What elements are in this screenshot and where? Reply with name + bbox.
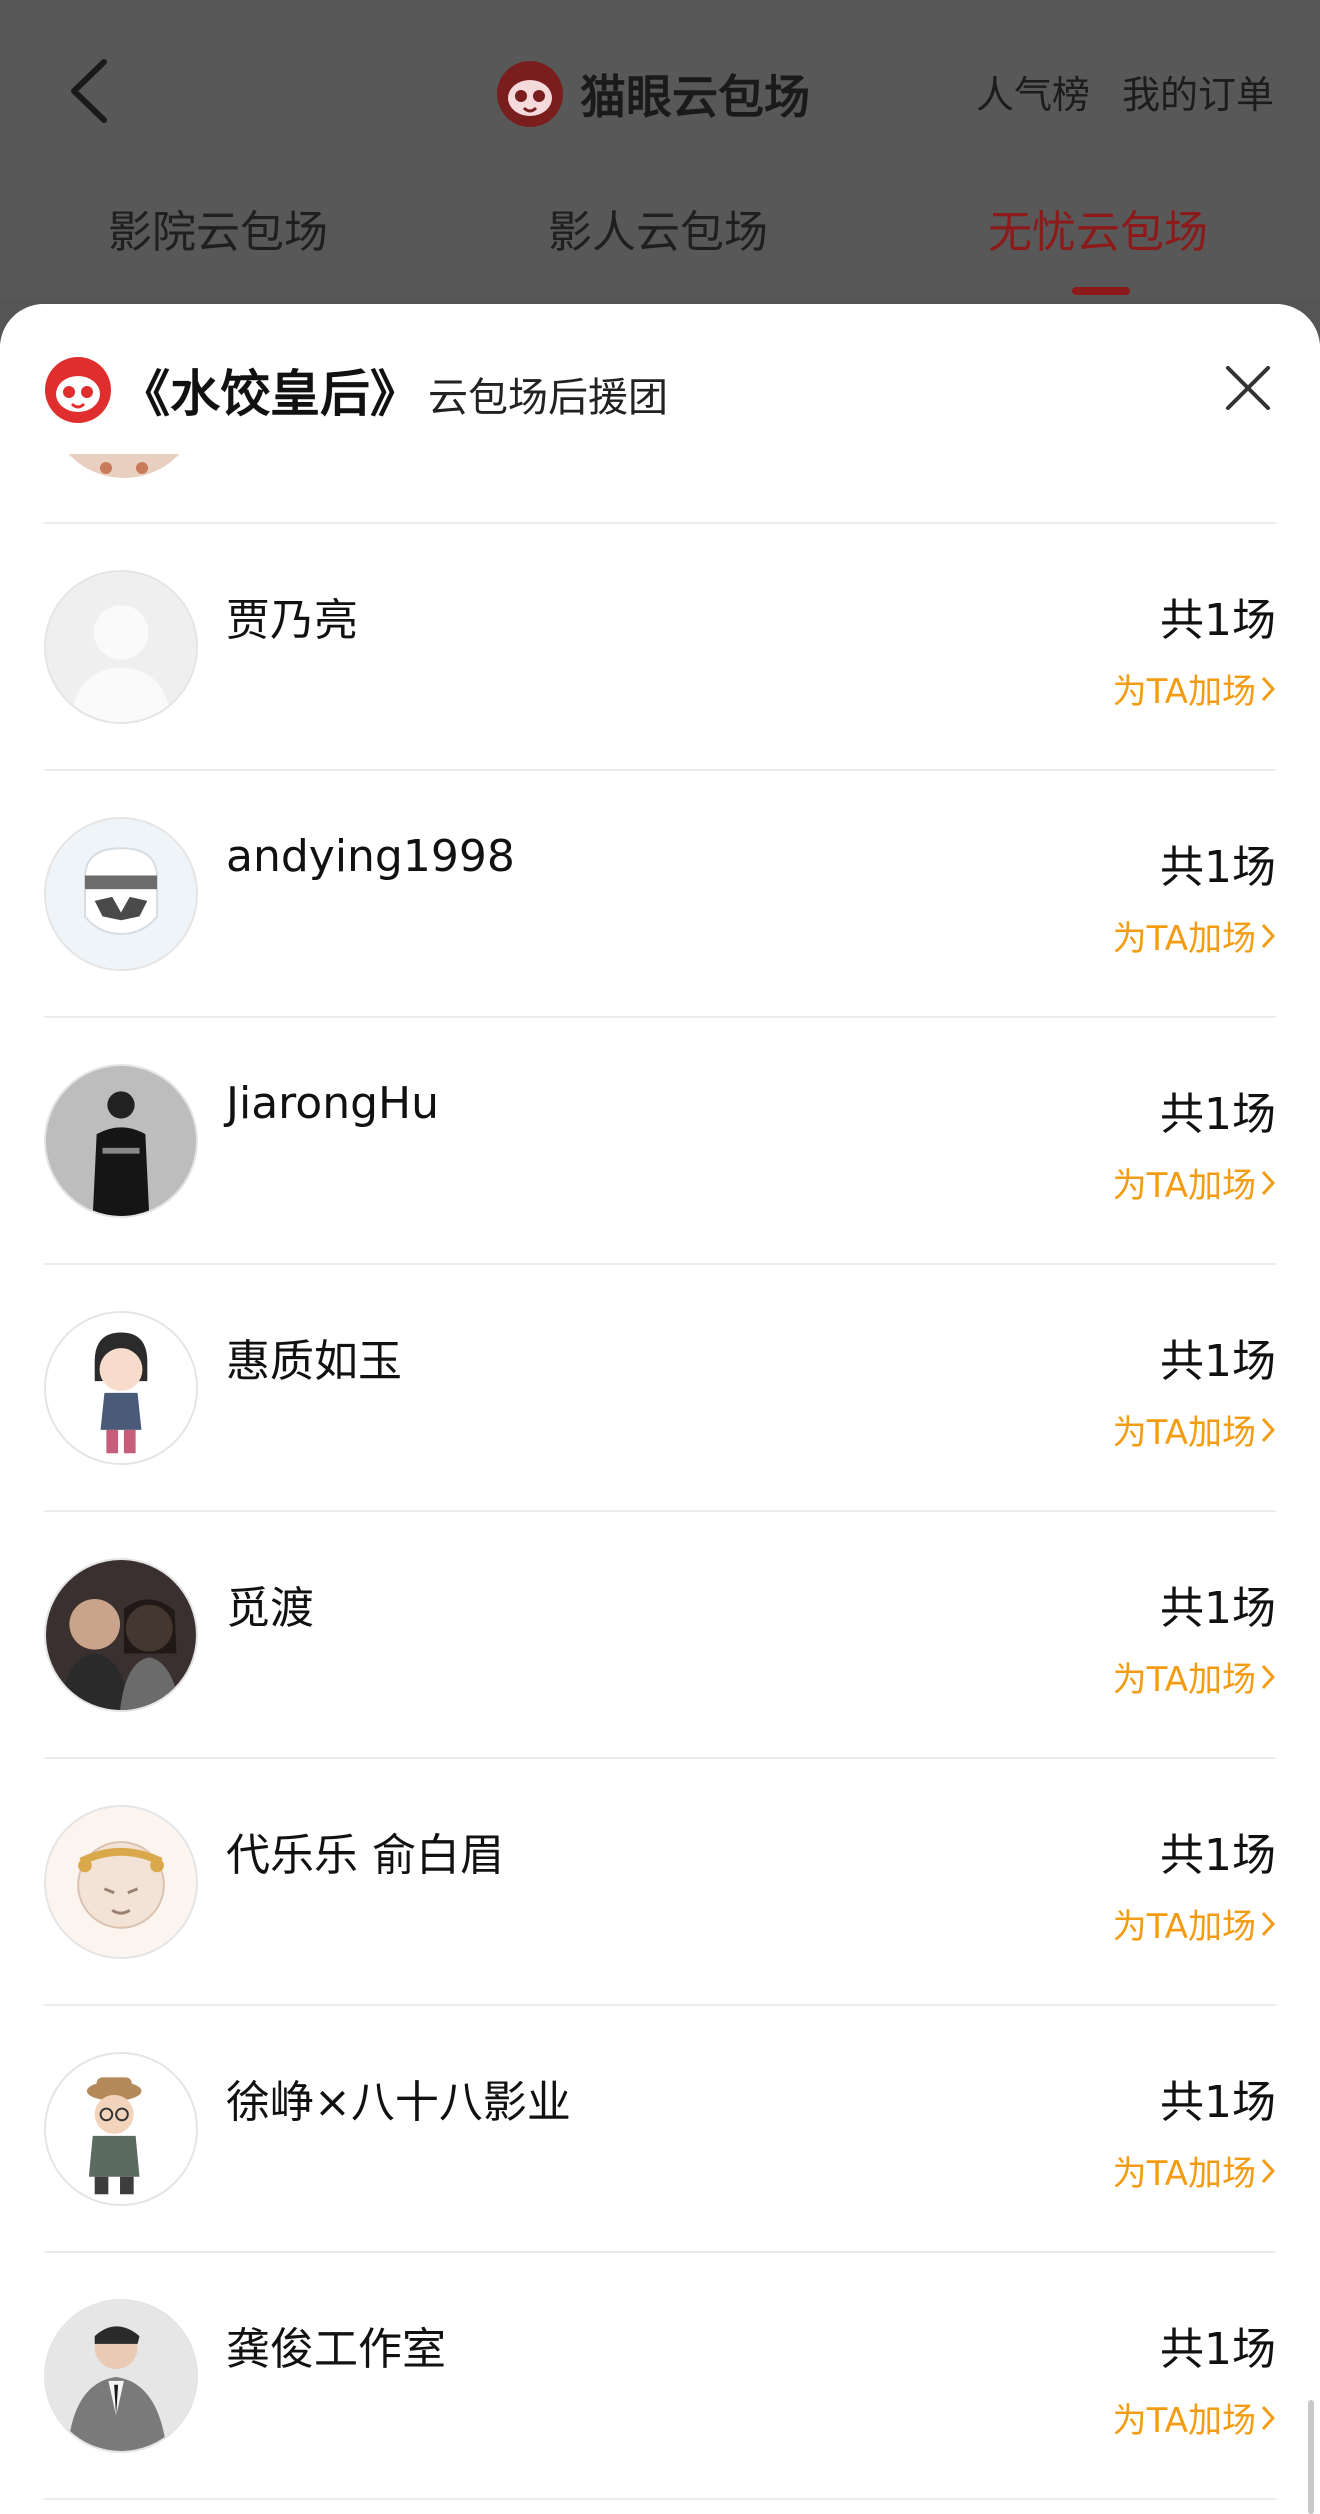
- back-button[interactable]: [60, 56, 120, 126]
- session-count: 共1场: [1160, 2324, 1276, 2375]
- monkey-king-avatar-icon: [44, 1805, 198, 1959]
- photo-avatar-icon: [44, 2299, 198, 2453]
- scrollbar[interactable]: [1308, 2400, 1314, 2514]
- add-session-link[interactable]: 为TA加场: [1113, 911, 1276, 960]
- page-title: 猫眼云包场: [580, 70, 810, 124]
- photo-avatar-icon: [44, 1064, 198, 1218]
- tab-worry-free-booking[interactable]: 无忧云包场: [988, 196, 1208, 260]
- cartoon-girl-avatar-icon: [44, 1311, 198, 1465]
- supporter-row[interactable]: 徐峥×八十八影业 共1场 为TA加场: [44, 2004, 1276, 2253]
- supporter-list[interactable]: 贾乃亮 共1场 为TA加场 andying1998 共1场 为TA加场 Jiar…: [0, 304, 1320, 2514]
- maoyan-cat-logo-icon: [45, 357, 111, 423]
- session-count: 共1场: [1160, 2077, 1276, 2128]
- session-count: 共1场: [1160, 595, 1276, 646]
- my-orders-link[interactable]: 我的订单: [1122, 64, 1274, 119]
- tab-celebrity-booking[interactable]: 影人云包场: [548, 196, 768, 260]
- maoyan-cat-logo-icon: [497, 61, 563, 127]
- popularity-rank-link[interactable]: 人气榜: [976, 64, 1090, 119]
- photo-avatar-icon: [44, 1558, 198, 1712]
- chevron-right-icon: [1261, 923, 1276, 948]
- close-button[interactable]: [1220, 360, 1276, 416]
- movie-title: 《水饺皇后》: [120, 365, 420, 423]
- default-person-avatar-icon: [44, 570, 198, 724]
- add-session-label: 为TA加场: [1112, 1907, 1256, 1947]
- chevron-right-icon: [1261, 1170, 1276, 1195]
- add-session-link[interactable]: 为TA加场: [1113, 1158, 1276, 1207]
- supporter-name: andying1998: [226, 831, 515, 882]
- active-tab-indicator: [1072, 287, 1130, 295]
- tab-cinema-booking[interactable]: 影院云包场: [108, 196, 328, 260]
- list-divider: [44, 2498, 1276, 2514]
- add-session-link[interactable]: 为TA加场: [1113, 1899, 1276, 1948]
- session-count: 共1场: [1160, 842, 1276, 893]
- supporters-sheet: 贾乃亮 共1场 为TA加场 andying1998 共1场 为TA加场 Jiar…: [0, 304, 1320, 2514]
- add-session-label: 为TA加场: [1112, 919, 1256, 959]
- chevron-right-icon: [1261, 1911, 1276, 1936]
- add-session-label: 为TA加场: [1112, 672, 1256, 712]
- supporter-name: 觅渡: [226, 1583, 314, 1634]
- add-session-label: 为TA加场: [1112, 2154, 1256, 2194]
- supporter-row[interactable]: 觅渡 共1场 为TA加场: [44, 1510, 1276, 1759]
- chevron-right-icon: [1261, 1417, 1276, 1442]
- supporter-row[interactable]: JiarongHu 共1场 为TA加场: [44, 1016, 1276, 1265]
- supporter-name: 惠质如玉: [226, 1336, 402, 1387]
- session-count: 共1场: [1160, 1830, 1276, 1881]
- cartoon-man-avatar-icon: [44, 2052, 198, 2206]
- add-session-label: 为TA加场: [1112, 1660, 1256, 1700]
- chevron-right-icon: [1261, 676, 1276, 701]
- chevron-left-icon: [71, 59, 107, 123]
- add-session-link[interactable]: 为TA加场: [1113, 1652, 1276, 1701]
- top-links: 人气榜 我的订单: [976, 64, 1274, 119]
- add-session-label: 为TA加场: [1112, 2401, 1256, 2441]
- supporter-row[interactable]: andying1998 共1场 为TA加场: [44, 769, 1276, 1018]
- supporter-name: JiarongHu: [226, 1078, 439, 1129]
- supporter-row[interactable]: 贾乃亮 共1场 为TA加场: [44, 522, 1276, 771]
- top-bar: 猫眼云包场 人气榜 我的订单 影院云包场 影人云包场 无忧云包场: [0, 0, 1320, 300]
- chevron-right-icon: [1261, 2158, 1276, 2183]
- supporter-row[interactable]: 代乐乐 俞白眉 共1场 为TA加场: [44, 1757, 1276, 2006]
- sheet-title: 《水饺皇后》 云包场后援团: [120, 354, 668, 426]
- add-session-label: 为TA加场: [1112, 1166, 1256, 1206]
- close-icon: [1226, 366, 1270, 410]
- session-count: 共1场: [1160, 1336, 1276, 1387]
- sheet-header: 《水饺皇后》 云包场后援团: [0, 304, 1320, 454]
- add-session-link[interactable]: 为TA加场: [1113, 664, 1276, 713]
- brand: 猫眼云包场: [496, 58, 810, 130]
- sheet-subtitle: 云包场后援团: [428, 375, 668, 421]
- chevron-right-icon: [1261, 2405, 1276, 2430]
- add-session-link[interactable]: 为TA加场: [1113, 2146, 1276, 2195]
- tab-bar: 影院云包场 影人云包场 无忧云包场: [0, 196, 1320, 296]
- supporter-name: 贾乃亮: [226, 595, 358, 646]
- supporter-name: 徐峥×八十八影业: [226, 2077, 571, 2128]
- supporter-name: 龚俊工作室: [226, 2324, 446, 2375]
- supporter-row[interactable]: 龚俊工作室 共1场 为TA加场: [44, 2251, 1276, 2500]
- supporter-row[interactable]: 惠质如玉 共1场 为TA加场: [44, 1263, 1276, 1512]
- chevron-right-icon: [1261, 1664, 1276, 1689]
- add-session-link[interactable]: 为TA加场: [1113, 1405, 1276, 1454]
- stormtrooper-avatar-icon: [44, 817, 198, 971]
- add-session-label: 为TA加场: [1112, 1413, 1256, 1453]
- session-count: 共1场: [1160, 1583, 1276, 1634]
- supporter-name: 代乐乐 俞白眉: [226, 1830, 504, 1881]
- add-session-link[interactable]: 为TA加场: [1113, 2393, 1276, 2442]
- session-count: 共1场: [1160, 1089, 1276, 1140]
